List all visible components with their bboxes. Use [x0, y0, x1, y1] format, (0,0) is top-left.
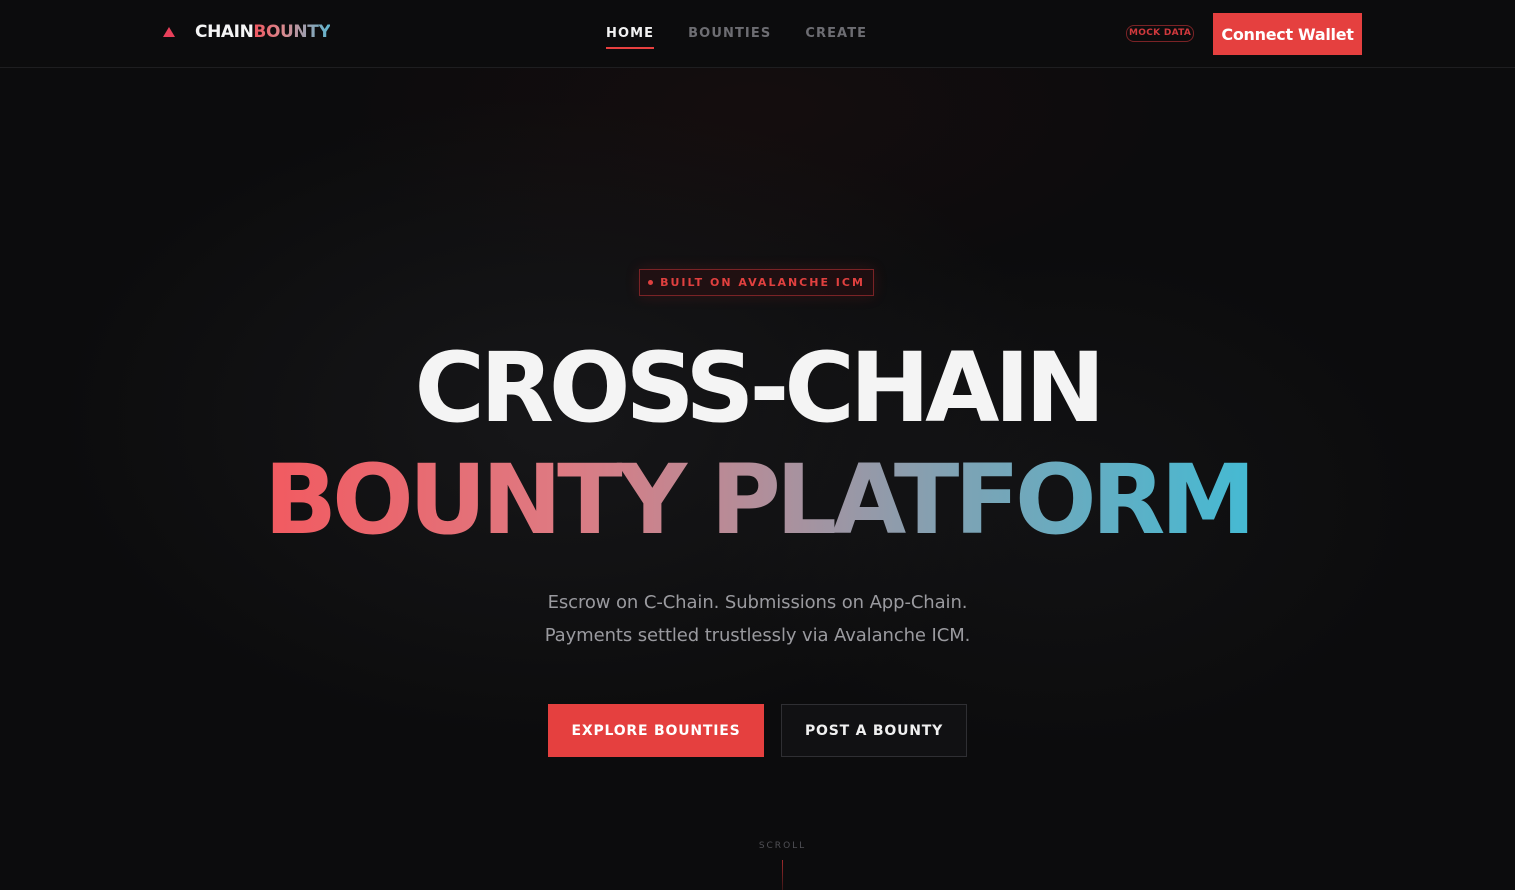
- tag-dot-icon: [648, 280, 654, 285]
- nav-bounties[interactable]: BOUNTIES: [688, 26, 771, 49]
- scroll-indicator-line: [782, 860, 783, 890]
- nav-create[interactable]: CREATE: [805, 26, 867, 49]
- mock-data-badge: MOCK DATA: [1126, 25, 1195, 42]
- connect-wallet-button[interactable]: Connect Wallet: [1213, 13, 1362, 55]
- hero-tag-text: BUILT ON AVALANCHE ICM: [660, 276, 865, 289]
- brand-logo[interactable]: CHAINBOUNTY: [163, 22, 331, 42]
- hero-subtitle-line2: Payments settled trustlessly via Avalanc…: [544, 625, 971, 646]
- top-navbar: CHAINBOUNTY HOME BOUNTIES CREATE MOCK DA…: [0, 0, 1515, 68]
- hero-headline-line2-wrap: BOUNTY PLATFORM: [0, 444, 1515, 556]
- hero-headline-line2: BOUNTY PLATFORM: [264, 444, 1256, 556]
- nav-home[interactable]: HOME: [606, 26, 655, 49]
- brand-name-part1: CHAIN: [195, 22, 254, 42]
- post-bounty-button[interactable]: POST A BOUNTY: [781, 704, 967, 757]
- scroll-indicator-label: SCROLL: [758, 841, 807, 851]
- hero-headline-line1: CROSS-CHAIN: [414, 332, 1106, 444]
- main-nav: HOME BOUNTIES CREATE: [606, 26, 901, 49]
- triangle-logo-icon: [163, 27, 175, 37]
- hero-tag-badge: BUILT ON AVALANCHE ICM: [639, 269, 874, 296]
- explore-bounties-button[interactable]: EXPLORE BOUNTIES: [548, 704, 764, 757]
- brand-name-part2: BOUNTY: [253, 22, 331, 42]
- brand-name: CHAINBOUNTY: [195, 22, 331, 42]
- hero-subtitle-line1: Escrow on C-Chain. Submissions on App-Ch…: [547, 592, 968, 613]
- page: CHAINBOUNTY HOME BOUNTIES CREATE MOCK DA…: [0, 0, 1515, 890]
